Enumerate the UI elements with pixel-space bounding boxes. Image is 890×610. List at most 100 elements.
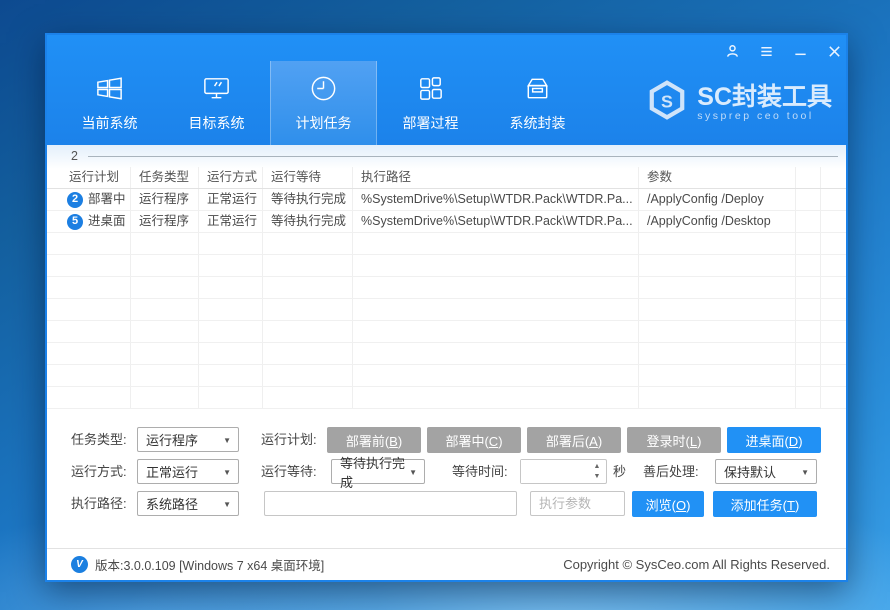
cell-path: %SystemDrive%\Setup\WTDR.Pack\WTDR.Pa...	[353, 189, 639, 210]
col-run-mode[interactable]: 运行方式	[199, 167, 263, 188]
chevron-down-icon: ▼	[223, 468, 231, 477]
logo-title: SC封装工具	[697, 84, 832, 110]
exec-path-select[interactable]: 系统路径▼	[137, 491, 239, 516]
tab-current-system[interactable]: 当前系统	[56, 61, 163, 145]
logo-subtitle: sysprep ceo tool	[697, 110, 832, 122]
table-empty-row	[47, 321, 846, 343]
close-icon[interactable]	[826, 43, 842, 59]
post-process-label: 善后处理:	[643, 459, 699, 485]
table-empty-row	[47, 343, 846, 365]
empty-rows	[47, 233, 846, 409]
cell-type: 运行程序	[131, 189, 199, 210]
tab-system-package[interactable]: 系统封装	[484, 61, 591, 145]
cell-wait: 等待执行完成	[263, 189, 353, 210]
table-empty-row	[47, 387, 846, 409]
cell-plan: 进桌面	[88, 211, 126, 232]
nav-tabs: 当前系统 目标系统 计划任务 部署过程 系统封装	[56, 61, 591, 145]
logo-hexagon-icon: S	[646, 79, 688, 126]
grid-icon	[415, 73, 446, 104]
table-row[interactable]: 5 进桌面 运行程序 正常运行 等待执行完成 %SystemDrive%\Setu…	[47, 211, 846, 233]
run-mode-label: 运行方式:	[71, 459, 127, 485]
task-form: 任务类型: 运行程序▼ 运行计划: 部署前(B) 部署中(C) 部署后(A) 登…	[47, 413, 846, 551]
col-args[interactable]: 参数	[639, 167, 796, 188]
cell-args: /ApplyConfig /Desktop	[639, 211, 796, 232]
monitor-icon	[201, 73, 232, 104]
minimize-icon[interactable]	[792, 43, 808, 59]
tab-label: 当前系统	[82, 113, 138, 133]
col-task-type[interactable]: 任务类型	[131, 167, 199, 188]
app-logo: S SC封装工具 sysprep ceo tool	[646, 79, 832, 126]
task-table: 2 运行计划 任务类型 运行方式 运行等待 执行路径 参数 2 部署中 运行程序 …	[47, 145, 846, 413]
seconds-unit-label: 秒	[613, 459, 626, 485]
plan-during-deploy-button[interactable]: 部署中(C)	[427, 427, 521, 453]
cell-type: 运行程序	[131, 211, 199, 232]
exec-path-label: 执行路径:	[71, 491, 127, 517]
tab-label: 计划任务	[296, 113, 352, 133]
cell-plan: 部署中	[88, 189, 126, 210]
titlebar-controls	[724, 43, 842, 59]
cell-mode: 正常运行	[199, 189, 263, 210]
copyright-text: Copyright © SysCeo.com All Rights Reserv…	[563, 557, 830, 572]
svg-text:S: S	[661, 91, 673, 111]
chevron-down-icon: ▼	[223, 436, 231, 445]
tab-label: 部署过程	[403, 113, 459, 133]
table-empty-row	[47, 299, 846, 321]
table-row[interactable]: 2 部署中 运行程序 正常运行 等待执行完成 %SystemDrive%\Setu…	[47, 189, 846, 211]
add-task-button[interactable]: 添加任务(T)	[713, 491, 817, 517]
col-exec-path[interactable]: 执行路径	[353, 167, 639, 188]
cell-mode: 正常运行	[199, 211, 263, 232]
row-badge: 5	[67, 214, 83, 230]
plan-desktop-button[interactable]: 进桌面(D)	[727, 427, 821, 453]
tab-label: 系统封装	[510, 113, 566, 133]
tab-scheduled-tasks[interactable]: 计划任务	[270, 61, 377, 145]
menu-icon[interactable]	[758, 43, 774, 59]
version-badge-icon: V	[71, 556, 88, 573]
col-filler	[821, 167, 846, 188]
table-group-row[interactable]: 2	[47, 145, 846, 167]
table-empty-row	[47, 277, 846, 299]
row-badge: 2	[67, 192, 83, 208]
app-window: 当前系统 目标系统 计划任务 部署过程 系统封装 S	[45, 33, 848, 582]
chevron-down-icon: ▼	[223, 500, 231, 509]
browse-button[interactable]: 浏览(O)	[632, 491, 704, 517]
col-run-plan[interactable]: 运行计划	[47, 167, 131, 188]
tab-target-system[interactable]: 目标系统	[163, 61, 270, 145]
task-type-label: 任务类型:	[71, 427, 127, 453]
user-icon[interactable]	[724, 43, 740, 59]
post-process-select[interactable]: 保持默认▼	[715, 459, 817, 484]
run-wait-label: 运行等待:	[261, 459, 317, 485]
program-path-input[interactable]	[264, 491, 517, 516]
group-count: 2	[71, 149, 78, 163]
windows-icon	[94, 73, 125, 104]
wait-time-label: 等待时间:	[452, 459, 508, 485]
package-icon	[522, 73, 553, 104]
table-empty-row	[47, 255, 846, 277]
chevron-down-icon: ▼	[409, 468, 417, 477]
chevron-down-icon: ▼	[801, 468, 809, 477]
tab-label: 目标系统	[189, 113, 245, 133]
plan-after-deploy-button[interactable]: 部署后(A)	[527, 427, 621, 453]
plan-logon-button[interactable]: 登录时(L)	[627, 427, 721, 453]
wait-time-stepper[interactable]: ▲ ▼	[520, 459, 607, 484]
header: 当前系统 目标系统 计划任务 部署过程 系统封装 S	[47, 35, 846, 145]
table-header-row: 运行计划 任务类型 运行方式 运行等待 执行路径 参数	[47, 167, 846, 189]
table-empty-row	[47, 365, 846, 387]
exec-args-input[interactable]	[530, 491, 625, 516]
run-plan-label: 运行计划:	[261, 427, 317, 453]
task-type-select[interactable]: 运行程序▼	[137, 427, 239, 452]
group-divider	[88, 156, 838, 157]
stepper-down-icon[interactable]: ▼	[591, 471, 603, 482]
run-wait-select[interactable]: 等待执行完成▼	[331, 459, 425, 484]
plan-before-deploy-button[interactable]: 部署前(B)	[327, 427, 421, 453]
col-extra	[796, 167, 821, 188]
tab-deploy-process[interactable]: 部署过程	[377, 61, 484, 145]
cell-args: /ApplyConfig /Deploy	[639, 189, 796, 210]
col-run-wait[interactable]: 运行等待	[263, 167, 353, 188]
version-text: 版本:3.0.0.109 [Windows 7 x64 桌面环境]	[95, 555, 324, 574]
clock-icon	[308, 73, 339, 104]
wait-time-input[interactable]	[521, 460, 588, 483]
cell-path: %SystemDrive%\Setup\WTDR.Pack\WTDR.Pa...	[353, 211, 639, 232]
status-bar: V 版本:3.0.0.109 [Windows 7 x64 桌面环境] Copy…	[47, 548, 846, 580]
run-mode-select[interactable]: 正常运行▼	[137, 459, 239, 484]
cell-wait: 等待执行完成	[263, 211, 353, 232]
